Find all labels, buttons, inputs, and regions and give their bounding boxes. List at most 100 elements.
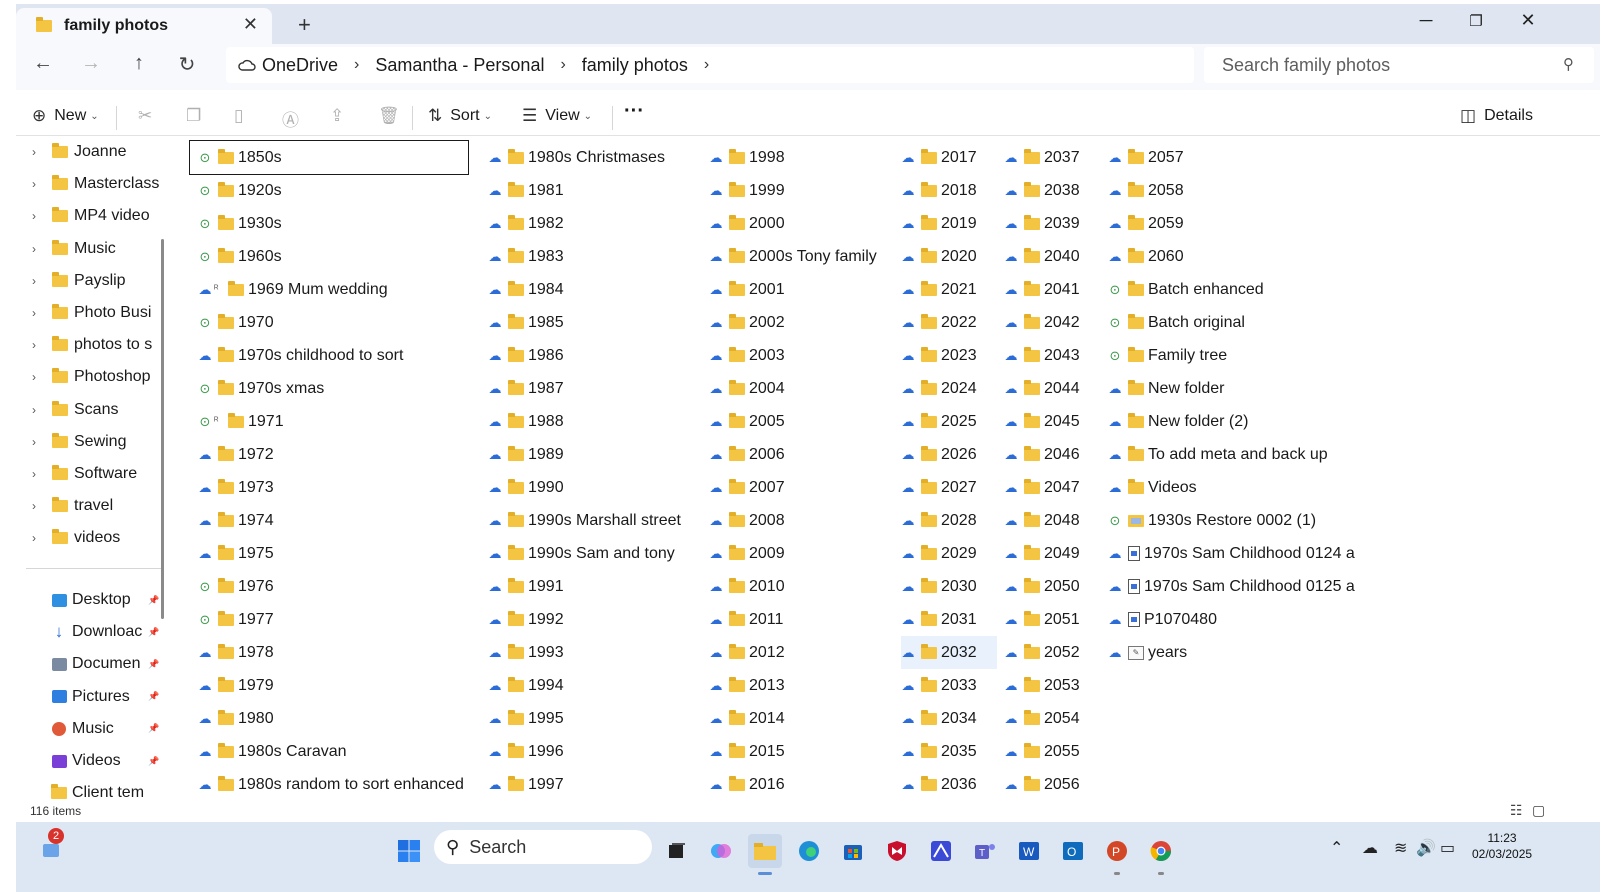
chevron-right-icon[interactable]: › bbox=[560, 56, 565, 74]
folder-item-2007[interactable]: ☁ 2007 bbox=[709, 471, 885, 504]
refresh-button[interactable]: ↻ bbox=[172, 52, 202, 77]
folder-item-1972[interactable]: ☁ 1972 bbox=[198, 438, 480, 471]
tree-item-photoshop[interactable]: › Photoshop bbox=[16, 362, 166, 392]
folder-item-2005[interactable]: ☁ 2005 bbox=[709, 405, 885, 438]
folder-item-2050[interactable]: ☁ 2050 bbox=[1004, 570, 1100, 603]
breadcrumb-samantha-personal[interactable]: Samantha - Personal bbox=[375, 55, 544, 76]
folder-item-1930s-restore-0002-1[interactable]: ⊙ 1930s Restore 0002 (1) bbox=[1108, 504, 1368, 537]
folder-item-1988[interactable]: ☁ 1988 bbox=[488, 405, 692, 438]
folder-item-1980[interactable]: ☁ 1980 bbox=[198, 702, 480, 735]
folder-item-2033[interactable]: ☁ 2033 bbox=[901, 669, 997, 702]
chevron-right-icon[interactable]: › bbox=[32, 209, 52, 223]
tree-item-mp4-video[interactable]: › MP4 video bbox=[16, 201, 166, 231]
folder-item-2002[interactable]: ☁ 2002 bbox=[709, 306, 885, 339]
folder-item-1980s-random-to-sort-enhanced[interactable]: ☁ 1980s random to sort enhanced bbox=[198, 768, 480, 801]
affinity-app-icon[interactable] bbox=[924, 834, 958, 868]
delete-button[interactable]: 🗑 bbox=[378, 106, 408, 126]
tree-item-joanne[interactable]: › Joanne bbox=[16, 137, 166, 167]
share-button[interactable]: ⇪ bbox=[330, 106, 352, 126]
breadcrumb-onedrive[interactable]: OneDrive bbox=[262, 55, 338, 76]
chevron-right-icon[interactable]: › bbox=[32, 306, 52, 320]
folder-item-1983[interactable]: ☁ 1983 bbox=[488, 240, 692, 273]
folder-item-1974[interactable]: ☁ 1974 bbox=[198, 504, 480, 537]
folder-item-2038[interactable]: ☁ 2038 bbox=[1004, 174, 1100, 207]
folder-item-1960s[interactable]: ⊙ 1960s bbox=[198, 240, 480, 273]
folder-item-2019[interactable]: ☁ 2019 bbox=[901, 207, 997, 240]
folder-item-1969-mum-wedding[interactable]: ☁ ᴿ 1969 Mum wedding bbox=[198, 273, 480, 306]
up-button[interactable]: ↑ bbox=[124, 52, 154, 75]
folder-item-1993[interactable]: ☁ 1993 bbox=[488, 636, 692, 669]
folder-item-1981[interactable]: ☁ 1981 bbox=[488, 174, 692, 207]
folder-item-2022[interactable]: ☁ 2022 bbox=[901, 306, 997, 339]
folder-item-1987[interactable]: ☁ 1987 bbox=[488, 372, 692, 405]
folder-item-2037[interactable]: ☁ 2037 bbox=[1004, 141, 1100, 174]
folder-item-2017[interactable]: ☁ 2017 bbox=[901, 141, 997, 174]
folder-item-2039[interactable]: ☁ 2039 bbox=[1004, 207, 1100, 240]
taskbar-search[interactable]: ⚲ Search bbox=[434, 830, 652, 864]
cut-button[interactable]: ✂ bbox=[138, 106, 160, 126]
file-item-1970s-sam-childhood-0125-a[interactable]: ☁ 1970s Sam Childhood 0125 a bbox=[1108, 570, 1368, 603]
folder-item-2030[interactable]: ☁ 2030 bbox=[901, 570, 997, 603]
forward-button[interactable]: → bbox=[76, 52, 106, 75]
quick-access-videos[interactable]: Videos 📌 bbox=[16, 746, 166, 776]
folder-item-2047[interactable]: ☁ 2047 bbox=[1004, 471, 1100, 504]
folder-item-2034[interactable]: ☁ 2034 bbox=[901, 702, 997, 735]
folder-item-2035[interactable]: ☁ 2035 bbox=[901, 735, 997, 768]
folder-item-2028[interactable]: ☁ 2028 bbox=[901, 504, 997, 537]
folder-item-1930s[interactable]: ⊙ 1930s bbox=[198, 207, 480, 240]
chevron-right-icon[interactable]: › bbox=[32, 531, 52, 545]
folder-item-1980s-christmases[interactable]: ☁ 1980s Christmases bbox=[488, 141, 692, 174]
folder-item-2056[interactable]: ☁ 2056 bbox=[1004, 768, 1100, 801]
details-view-toggle-icon[interactable]: ☷ bbox=[1510, 802, 1523, 819]
folder-item-1990[interactable]: ☁ 1990 bbox=[488, 471, 692, 504]
folder-item-1986[interactable]: ☁ 1986 bbox=[488, 339, 692, 372]
folder-item-1975[interactable]: ☁ 1975 bbox=[198, 537, 480, 570]
chevron-right-icon[interactable]: › bbox=[32, 177, 52, 191]
tree-item-photos-to-s[interactable]: › photos to s bbox=[16, 330, 166, 360]
folder-item-2024[interactable]: ☁ 2024 bbox=[901, 372, 997, 405]
folder-item-2010[interactable]: ☁ 2010 bbox=[709, 570, 885, 603]
word-icon[interactable]: W bbox=[1012, 834, 1046, 868]
folder-item-2032[interactable]: ☁ 2032 bbox=[901, 636, 997, 669]
mcafee-icon[interactable] bbox=[880, 834, 914, 868]
folder-item-1920s[interactable]: ⊙ 1920s bbox=[198, 174, 480, 207]
powerpoint-icon[interactable]: P bbox=[1100, 834, 1134, 868]
folder-item-1985[interactable]: ☁ 1985 bbox=[488, 306, 692, 339]
chevron-right-icon[interactable]: › bbox=[32, 403, 52, 417]
folder-item-videos[interactable]: ☁ Videos bbox=[1108, 471, 1368, 504]
tree-item-scans[interactable]: › Scans bbox=[16, 395, 166, 425]
folder-item-2051[interactable]: ☁ 2051 bbox=[1004, 603, 1100, 636]
folder-item-2044[interactable]: ☁ 2044 bbox=[1004, 372, 1100, 405]
folder-item-2023[interactable]: ☁ 2023 bbox=[901, 339, 997, 372]
file-item-years[interactable]: ☁ ✎ years bbox=[1108, 636, 1368, 669]
folder-item-to-add-meta-and-back-up[interactable]: ☁ To add meta and back up bbox=[1108, 438, 1368, 471]
copilot-icon[interactable] bbox=[704, 834, 738, 868]
folder-item-2049[interactable]: ☁ 2049 bbox=[1004, 537, 1100, 570]
paste-button[interactable]: ▯ bbox=[234, 106, 251, 126]
folder-item-2059[interactable]: ☁ 2059 bbox=[1108, 207, 1368, 240]
folder-item-2013[interactable]: ☁ 2013 bbox=[709, 669, 885, 702]
folder-item-2020[interactable]: ☁ 2020 bbox=[901, 240, 997, 273]
file-item-1970s-sam-childhood-0124-a[interactable]: ☁ 1970s Sam Childhood 0124 a bbox=[1108, 537, 1368, 570]
folder-item-1994[interactable]: ☁ 1994 bbox=[488, 669, 692, 702]
folder-item-batch-original[interactable]: ⊙ Batch original bbox=[1108, 306, 1368, 339]
view-button[interactable]: ☰ View ⌄ bbox=[522, 106, 592, 126]
folder-item-1970s-childhood-to-sort[interactable]: ☁ 1970s childhood to sort bbox=[198, 339, 480, 372]
folder-item-1996[interactable]: ☁ 1996 bbox=[488, 735, 692, 768]
new-tab-button[interactable]: + bbox=[298, 12, 311, 38]
back-button[interactable]: ← bbox=[28, 52, 58, 75]
folder-item-2026[interactable]: ☁ 2026 bbox=[901, 438, 997, 471]
folder-item-1998[interactable]: ☁ 1998 bbox=[709, 141, 885, 174]
folder-item-2057[interactable]: ☁ 2057 bbox=[1108, 141, 1368, 174]
folder-item-2053[interactable]: ☁ 2053 bbox=[1004, 669, 1100, 702]
new-button[interactable]: ⊕ New ⌄ bbox=[32, 106, 99, 126]
folder-item-1997[interactable]: ☁ 1997 bbox=[488, 768, 692, 801]
chrome-icon[interactable] bbox=[1144, 834, 1178, 868]
folder-item-1977[interactable]: ⊙ 1977 bbox=[198, 603, 480, 636]
folder-item-2000[interactable]: ☁ 2000 bbox=[709, 207, 885, 240]
show-hidden-icons-icon[interactable]: ⌃ bbox=[1330, 838, 1343, 858]
chevron-right-icon[interactable]: › bbox=[354, 56, 359, 74]
folder-item-2008[interactable]: ☁ 2008 bbox=[709, 504, 885, 537]
tab-close-icon[interactable]: ✕ bbox=[243, 14, 258, 35]
folder-item-1978[interactable]: ☁ 1978 bbox=[198, 636, 480, 669]
